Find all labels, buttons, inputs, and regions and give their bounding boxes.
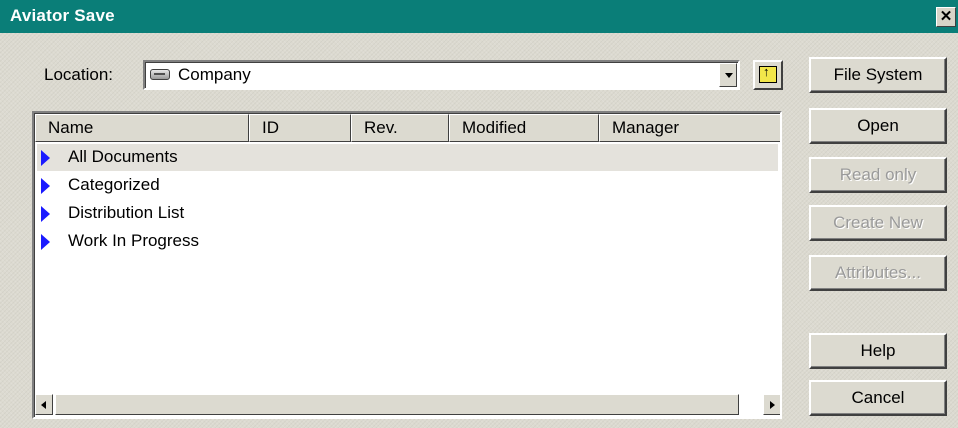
create-new-button[interactable]: Create New [809, 205, 947, 241]
horizontal-scrollbar[interactable] [35, 394, 780, 416]
expand-arrow-icon[interactable] [41, 150, 50, 166]
file-system-button[interactable]: File System [809, 57, 947, 93]
list-item-categorized[interactable]: Categorized [37, 172, 778, 199]
scroll-thumb[interactable] [55, 394, 739, 415]
document-list[interactable]: Name ID Rev. Modified Manager All Docume… [32, 111, 782, 419]
list-item-label: Categorized [68, 175, 160, 194]
column-header-modified[interactable]: Modified [449, 114, 599, 142]
up-folder-icon [759, 64, 777, 83]
dropdown-arrow-icon[interactable] [719, 63, 737, 87]
open-button[interactable]: Open [809, 108, 947, 144]
column-header-name[interactable]: Name [35, 114, 249, 142]
scroll-right-icon[interactable] [763, 394, 780, 415]
attributes-button[interactable]: Attributes... [809, 255, 947, 291]
expand-arrow-icon[interactable] [41, 206, 50, 222]
list-header: Name ID Rev. Modified Manager [35, 114, 780, 142]
list-item-distribution-list[interactable]: Distribution List [37, 200, 778, 227]
list-item-label: All Documents [68, 147, 178, 166]
column-header-manager[interactable]: Manager [599, 114, 780, 142]
expand-arrow-icon[interactable] [41, 178, 50, 194]
read-only-button[interactable]: Read only [809, 157, 947, 193]
list-item-label: Work In Progress [68, 231, 200, 250]
cancel-button[interactable]: Cancel [809, 380, 947, 416]
list-item-label: Distribution List [68, 203, 185, 222]
location-label: Location: [44, 65, 113, 84]
location-value: Company [178, 65, 251, 84]
list-item-work-in-progress[interactable]: Work In Progress [37, 228, 778, 255]
expand-arrow-icon[interactable] [41, 234, 50, 250]
drive-icon [150, 69, 170, 80]
close-button[interactable]: ✕ [936, 7, 956, 27]
close-icon: ✕ [939, 8, 953, 25]
title-bar: Aviator Save ✕ [0, 0, 958, 33]
up-folder-button[interactable] [753, 60, 783, 90]
help-button[interactable]: Help [809, 333, 947, 369]
column-header-id[interactable]: ID [249, 114, 351, 142]
list-item-all-documents[interactable]: All Documents [37, 144, 778, 171]
window-title: Aviator Save [10, 6, 115, 25]
scroll-left-icon[interactable] [35, 394, 53, 415]
location-dropdown[interactable]: Company [143, 60, 740, 90]
column-header-rev[interactable]: Rev. [351, 114, 449, 142]
dialog-body: Location: Company Name ID Rev. Modified … [0, 33, 958, 428]
